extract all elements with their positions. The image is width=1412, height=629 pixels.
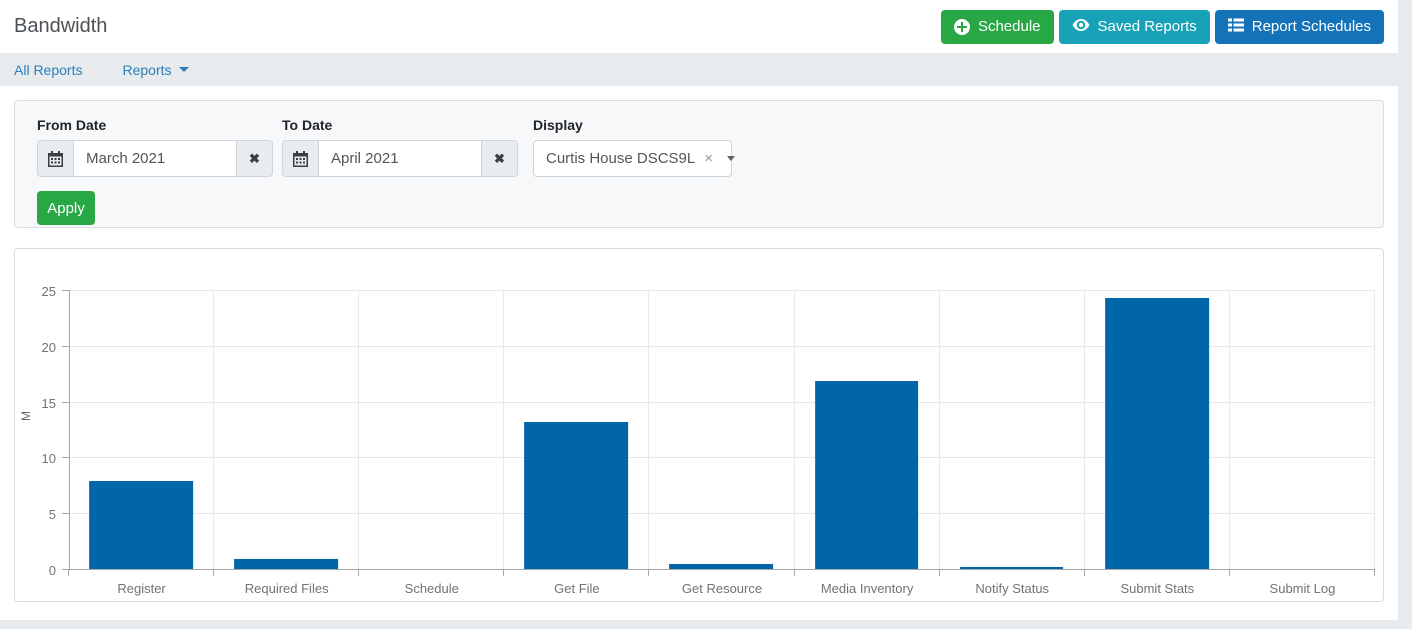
x-axis-label: Notify Status — [940, 581, 1085, 596]
eye-icon — [1072, 18, 1090, 36]
remove-selection-icon[interactable]: × — [704, 151, 713, 166]
main-content: From Date ✖ To Date — [0, 86, 1398, 616]
bandwidth-chart-card: M 0510152025 RegisterRequired FilesSched… — [14, 248, 1384, 602]
y-tick-label: 20 — [22, 340, 56, 355]
chart-column — [1085, 291, 1230, 570]
bar-media-inventory[interactable] — [815, 381, 919, 570]
plus-circle-icon — [954, 19, 970, 35]
chart-column — [359, 291, 504, 570]
nav-item-all-reports-label: All Reports — [14, 62, 82, 78]
page-header: Bandwidth Schedule Saved Reports Report … — [0, 0, 1398, 53]
content-wrapper: Bandwidth Schedule Saved Reports Report … — [0, 0, 1398, 620]
chart-column — [795, 291, 940, 570]
x-axis-label: Submit Log — [1230, 581, 1375, 596]
to-date-clear-icon[interactable]: ✖ — [482, 140, 518, 177]
filter-row: From Date ✖ To Date — [37, 117, 1361, 177]
x-tick — [1374, 570, 1375, 576]
x-axis-label: Media Inventory — [795, 581, 940, 596]
x-tick — [648, 570, 649, 576]
x-tick — [68, 570, 69, 576]
chevron-down-icon — [179, 67, 189, 72]
chart-columns — [69, 291, 1375, 570]
nav-item-reports-label: Reports — [122, 62, 171, 78]
y-tick-label: 15 — [22, 396, 56, 411]
y-tick — [62, 346, 69, 347]
calendar-icon[interactable] — [282, 140, 318, 177]
y-tick — [62, 402, 69, 403]
nav-item-all-reports[interactable]: All Reports — [14, 62, 82, 78]
y-axis-line — [69, 290, 70, 570]
page-title: Bandwidth — [14, 15, 107, 38]
to-date-input-group: ✖ — [282, 140, 518, 177]
header-buttons: Schedule Saved Reports Report Schedules — [941, 10, 1384, 44]
display-group: Display Curtis House DSCS9L × — [533, 117, 732, 177]
bar-get-file[interactable] — [525, 422, 629, 570]
from-date-label: From Date — [37, 117, 273, 133]
nav-item-reports-dropdown[interactable]: Reports — [122, 62, 188, 78]
saved-reports-button[interactable]: Saved Reports — [1059, 10, 1210, 44]
x-tick — [503, 570, 504, 576]
bar-submit-stats[interactable] — [1105, 298, 1209, 570]
report-schedules-button-label: Report Schedules — [1252, 18, 1371, 35]
from-date-group: From Date ✖ — [37, 117, 273, 177]
filter-panel: From Date ✖ To Date — [14, 100, 1384, 228]
y-tick-label: 10 — [22, 451, 56, 466]
display-selected-value: Curtis House DSCS9L — [546, 150, 695, 167]
y-tick — [62, 457, 69, 458]
x-axis-label: Submit Stats — [1085, 581, 1230, 596]
chart-column — [504, 291, 649, 570]
display-select[interactable]: Curtis House DSCS9L × — [533, 140, 732, 177]
chart-column — [214, 291, 359, 570]
y-tick-label: 5 — [22, 507, 56, 522]
x-tick — [1229, 570, 1230, 576]
chart-column — [649, 291, 794, 570]
calendar-icon[interactable] — [37, 140, 73, 177]
saved-reports-button-label: Saved Reports — [1098, 18, 1197, 35]
chart-plot-area: 0510152025 RegisterRequired FilesSchedul… — [69, 291, 1375, 570]
chart-column — [69, 291, 214, 570]
x-tick — [794, 570, 795, 576]
to-date-label: To Date — [282, 117, 518, 133]
chart-column — [940, 291, 1085, 570]
select-caret-icon — [727, 156, 735, 161]
chart-column — [1230, 291, 1375, 570]
display-label: Display — [533, 117, 732, 133]
apply-button[interactable]: Apply — [37, 191, 95, 225]
y-tick-label: 25 — [22, 284, 56, 299]
reports-navbar: All Reports Reports — [0, 53, 1398, 86]
schedule-button-label: Schedule — [978, 18, 1041, 35]
report-schedules-button[interactable]: Report Schedules — [1215, 10, 1384, 44]
from-date-input[interactable] — [73, 140, 237, 177]
x-tick — [1084, 570, 1085, 576]
to-date-group: To Date ✖ — [282, 117, 518, 177]
from-date-clear-icon[interactable]: ✖ — [237, 140, 273, 177]
y-tick — [62, 290, 69, 291]
x-axis-label: Register — [69, 581, 214, 596]
bar-register[interactable] — [89, 481, 193, 570]
th-list-icon — [1228, 18, 1244, 36]
x-tick — [213, 570, 214, 576]
x-tick — [939, 570, 940, 576]
x-axis-label: Get Resource — [649, 581, 794, 596]
chart-x-labels: RegisterRequired FilesScheduleGet FileGe… — [69, 581, 1375, 596]
to-date-input[interactable] — [318, 140, 482, 177]
y-tick — [62, 513, 69, 514]
from-date-input-group: ✖ — [37, 140, 273, 177]
x-axis-label: Get File — [504, 581, 649, 596]
chart-x-ticks — [69, 570, 1375, 576]
schedule-button[interactable]: Schedule — [941, 10, 1054, 44]
x-tick — [358, 570, 359, 576]
x-axis-label: Required Files — [214, 581, 359, 596]
y-axis-title: M — [19, 411, 33, 421]
y-tick-label: 0 — [22, 563, 56, 578]
x-axis-label: Schedule — [359, 581, 504, 596]
